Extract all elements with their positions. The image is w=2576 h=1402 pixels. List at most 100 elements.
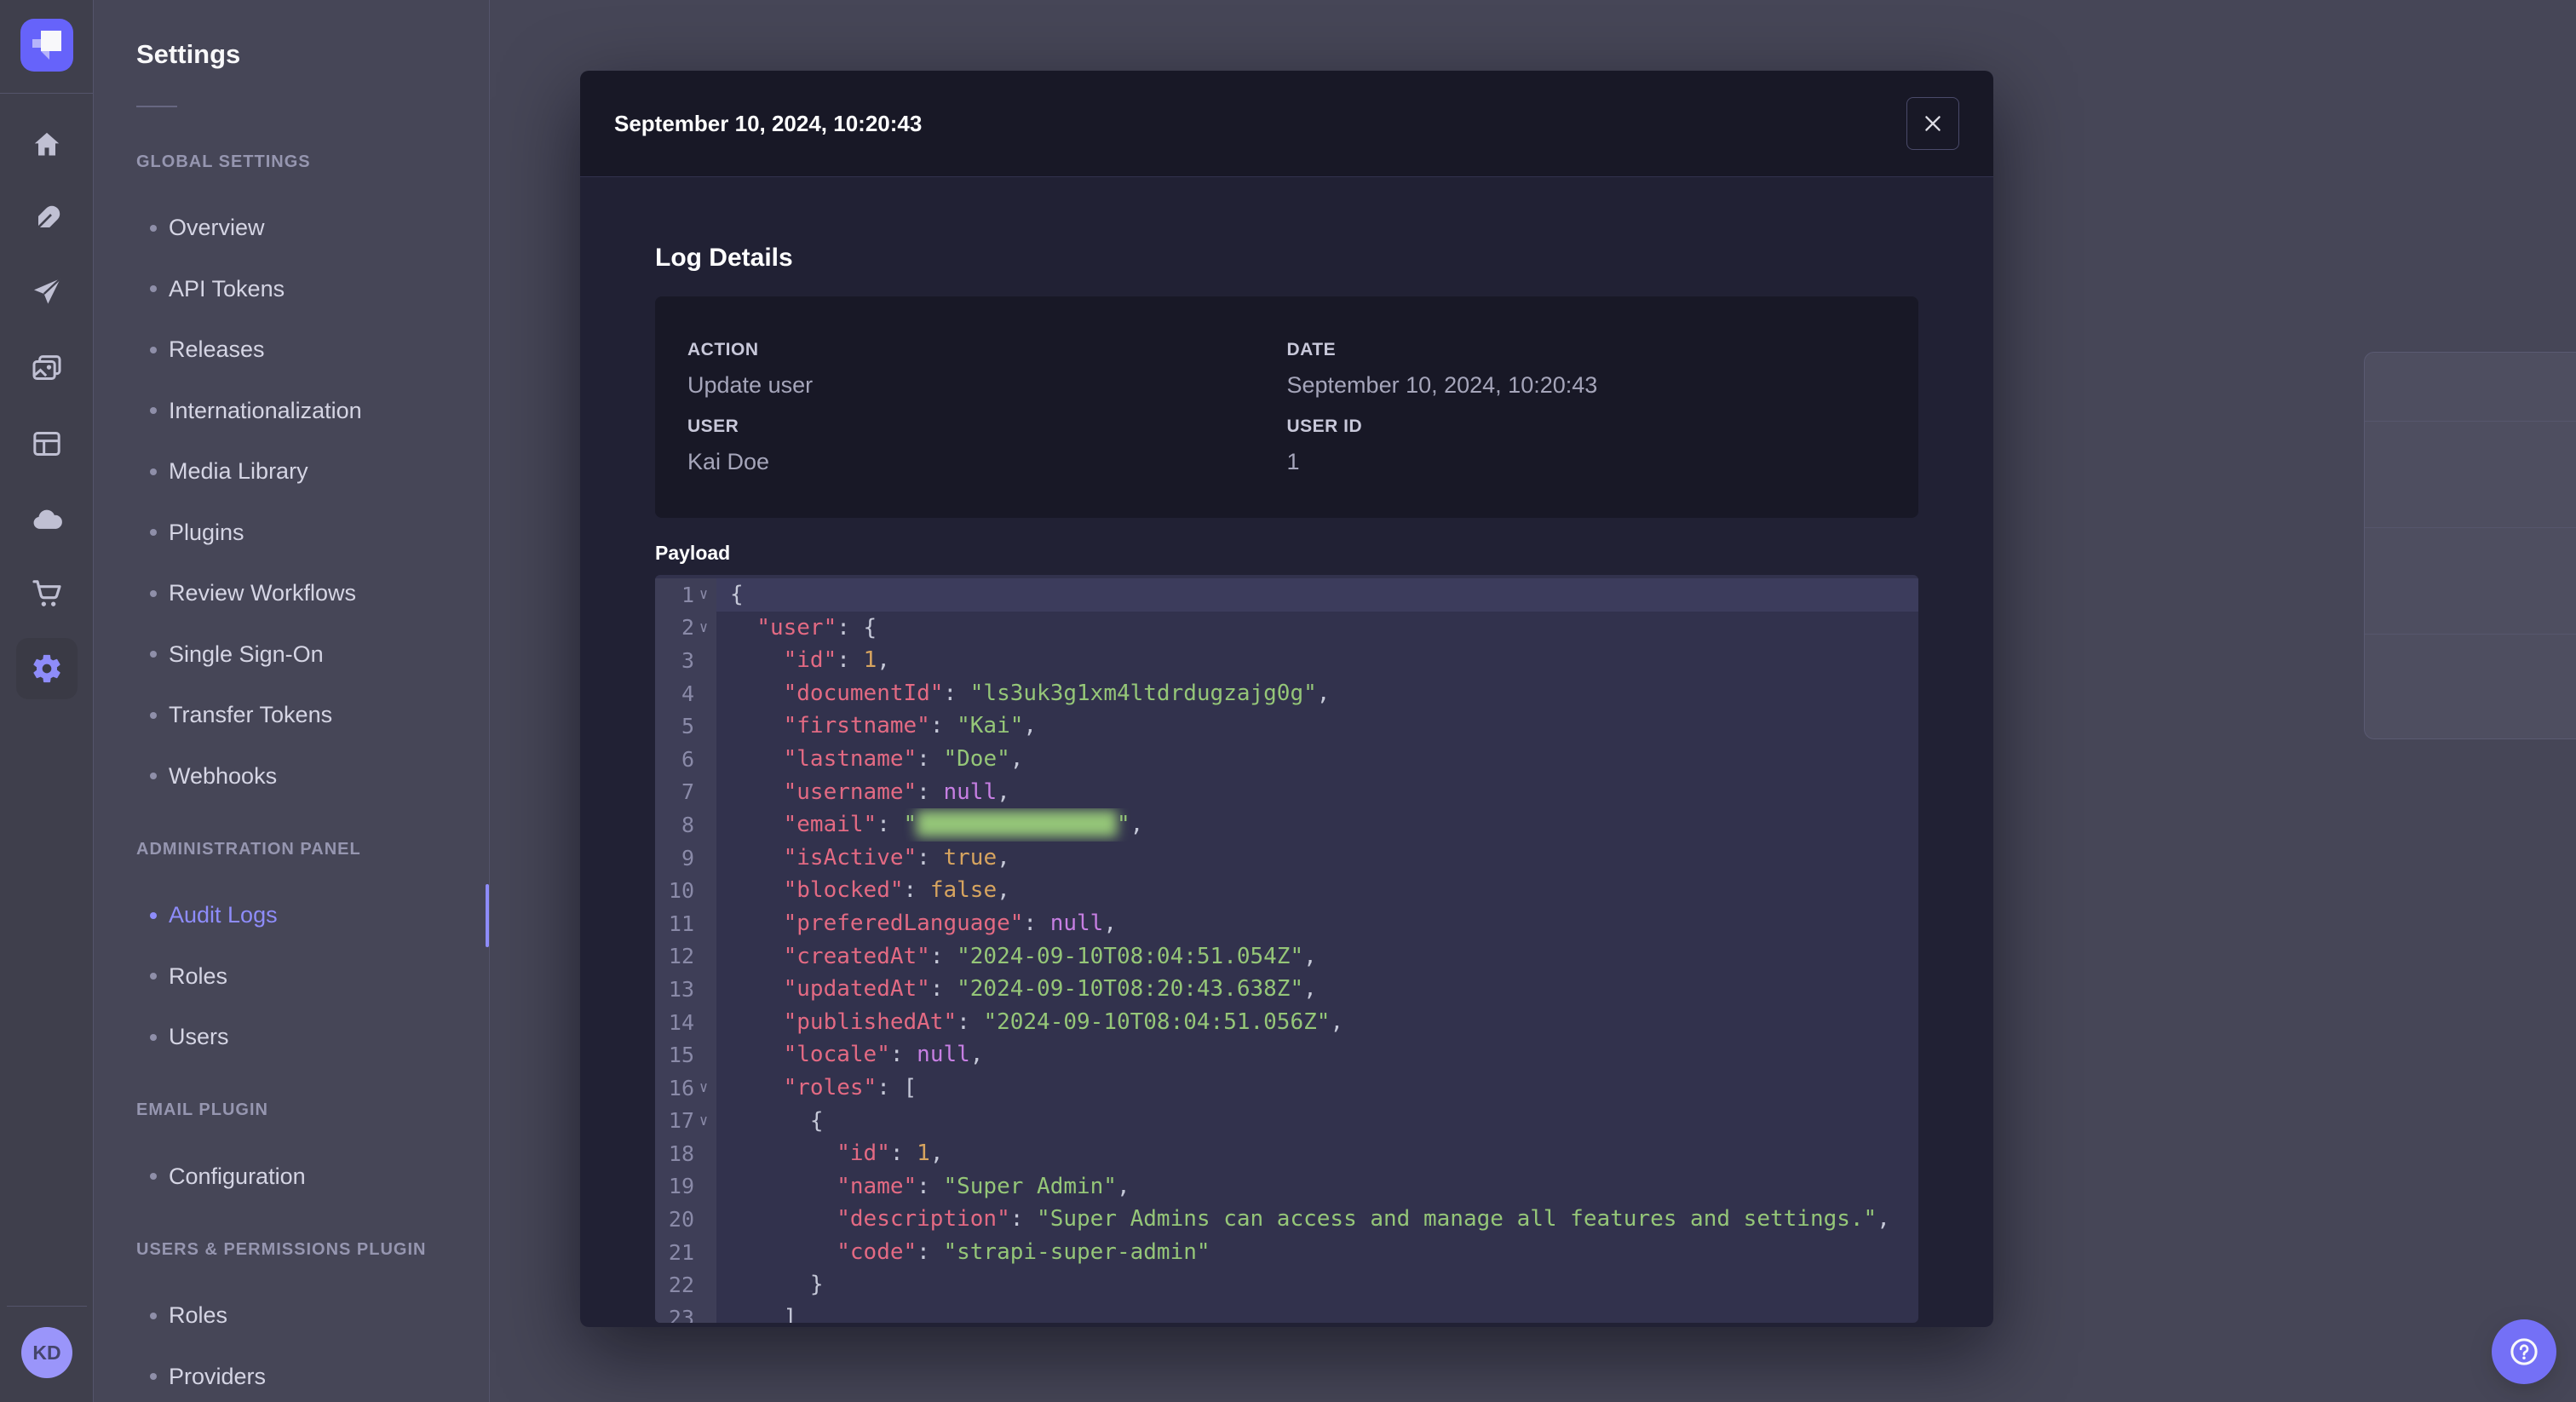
field-value: September 10, 2024, 10:20:43: [1286, 371, 1598, 398]
line-number: 17: [668, 1108, 694, 1134]
line-number: 19: [668, 1174, 694, 1199]
fold-toggle-icon[interactable]: ∨: [694, 1072, 713, 1105]
code-line: 20 "description": "Super Admins can acce…: [655, 1203, 1918, 1236]
code-line: 17 ∨ {: [655, 1104, 1918, 1138]
code-text: "description": "Super Admins can access …: [837, 1206, 1890, 1232]
code-text: {: [730, 1107, 824, 1134]
code-text: "locale": null,: [783, 1042, 984, 1068]
field-label: USER: [687, 416, 739, 436]
gutter: 10: [655, 874, 716, 907]
field-user: USER Kai Doe: [687, 407, 1287, 484]
code-text: }: [730, 1272, 824, 1298]
line-number: 13: [668, 976, 694, 1002]
line-number: 3: [681, 647, 694, 673]
gutter: 14: [655, 1005, 716, 1039]
line-number: 18: [668, 1141, 694, 1166]
gutter: 11: [655, 906, 716, 940]
code-line: 15 "locale": null,: [655, 1038, 1918, 1072]
line-number: 23: [668, 1305, 694, 1323]
gutter: 18: [655, 1137, 716, 1170]
code-line: 13 "updatedAt": "2024-09-10T08:20:43.638…: [655, 973, 1918, 1006]
log-info-card: ACTION Update user DATE September 10, 20…: [655, 296, 1918, 518]
code-text: "preferedLanguage": null,: [783, 910, 1117, 936]
gutter: 15: [655, 1038, 716, 1072]
gutter: 6: [655, 742, 716, 776]
modal-header: September 10, 2024, 10:20:43: [580, 71, 1993, 177]
code-text: "createdAt": "2024-09-10T08:04:51.054Z",: [783, 943, 1317, 969]
code-line: 3 "id": 1,: [655, 644, 1918, 677]
fold-toggle-icon[interactable]: ∨: [694, 1105, 713, 1138]
line-number: 7: [681, 779, 694, 805]
line-number: 9: [681, 845, 694, 871]
code-text: "updatedAt": "2024-09-10T08:20:43.638Z",: [783, 976, 1317, 1003]
section-title: Log Details: [655, 244, 793, 272]
code-line: 2 ∨ "user": {: [655, 611, 1918, 645]
code-text: "isActive": true,: [783, 844, 1010, 871]
gutter: 19: [655, 1169, 716, 1204]
gutter: 23: [655, 1301, 716, 1323]
gutter: 22: [655, 1268, 716, 1302]
app-root: KD Settings GLOBAL SETTINGS Overview API T…: [0, 0, 2576, 1402]
gutter: 3: [655, 644, 716, 677]
gutter: 12: [655, 939, 716, 974]
close-button[interactable]: [1906, 97, 1959, 150]
code-text: "user": {: [756, 614, 877, 641]
gutter: 7: [655, 775, 716, 809]
line-number: 8: [681, 812, 694, 837]
field-user-id: USER ID 1: [1287, 407, 1887, 484]
code-text: "username": null,: [783, 779, 1010, 805]
code-line: 11 "preferedLanguage": null,: [655, 906, 1918, 940]
field-value: 1: [1286, 448, 1300, 474]
gutter: 21: [655, 1235, 716, 1269]
gutter: 5: [655, 710, 716, 743]
code-line: 8 "email": "███████████████",: [655, 808, 1918, 842]
gutter: 16 ∨: [655, 1071, 716, 1105]
fold-toggle-icon[interactable]: ∨: [694, 612, 713, 645]
code-text: "roles": [: [783, 1074, 917, 1100]
code-line: 19 "name": "Super Admin",: [655, 1169, 1918, 1204]
field-label: DATE: [1286, 339, 1337, 359]
field-value: Update user: [687, 371, 814, 398]
code-line: 12 "createdAt": "2024-09-10T08:04:51.054…: [655, 939, 1918, 974]
gutter: 13: [655, 973, 716, 1006]
gutter: 4: [655, 676, 716, 710]
field-action: ACTION Update user: [687, 330, 1287, 407]
gutter: 20: [655, 1203, 716, 1236]
field-date: DATE September 10, 2024, 10:20:43: [1287, 330, 1887, 407]
modal-title: September 10, 2024, 10:20:43: [614, 110, 923, 136]
code-text: "email": "███████████████",: [783, 812, 1144, 838]
line-number: 10: [668, 878, 694, 904]
field-label: USER ID: [1286, 416, 1363, 436]
code-line: 10 "blocked": false,: [655, 874, 1918, 907]
code-line: 18 "id": 1,: [655, 1137, 1918, 1170]
code-line: 4 "documentId": "ls3uk3g1xm4ltdrdugzajg0…: [655, 676, 1918, 710]
code-text: "id": 1,: [783, 647, 890, 674]
gutter: 8: [655, 808, 716, 842]
payload-code[interactable]: 1 ∨{2 ∨ "user": {3 "id": 1, 4 "documentId":…: [655, 575, 1918, 1323]
code-text: "publishedAt": "2024-09-10T08:04:51.056Z…: [783, 1008, 1344, 1035]
line-number: 12: [668, 944, 694, 969]
line-number: 15: [668, 1043, 694, 1068]
code-line: 7 "username": null,: [655, 775, 1918, 809]
line-number: 22: [668, 1273, 694, 1298]
code-line: 5 "firstname": "Kai",: [655, 710, 1918, 743]
close-icon: [1925, 116, 1941, 131]
gutter: 9: [655, 841, 716, 875]
fold-toggle-icon[interactable]: ∨: [694, 578, 713, 612]
code-text: "name": "Super Admin",: [837, 1173, 1130, 1199]
modal-body: Log Details ACTION Update user DATE Sept…: [580, 177, 1993, 1327]
line-number: 6: [681, 746, 694, 772]
gutter: 2 ∨: [655, 611, 716, 645]
code-line: 22 }: [655, 1268, 1918, 1302]
log-details-modal: September 10, 2024, 10:20:43 Log Details…: [580, 71, 1993, 1327]
field-value: Kai Doe: [687, 448, 770, 474]
line-number: 5: [681, 714, 694, 739]
code-text: "id": 1,: [837, 1141, 944, 1167]
line-number: 4: [681, 681, 694, 706]
code-line: 9 "isActive": true,: [655, 841, 1918, 875]
line-number: 16: [668, 1075, 694, 1100]
gutter: 1 ∨: [655, 578, 716, 612]
line-number: 2: [681, 615, 694, 641]
payload-label: Payload: [655, 542, 731, 564]
code-text: {: [716, 578, 1918, 612]
